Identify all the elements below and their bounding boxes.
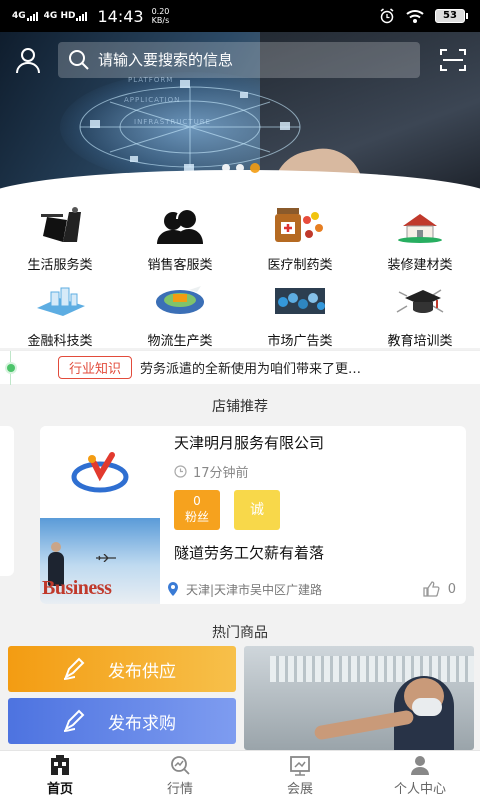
carousel-dot[interactable] (236, 164, 244, 172)
network-speed: 0.20 KB/s (151, 7, 170, 25)
battery-icon: 53 (435, 9, 468, 23)
shop-card[interactable]: Business 天津明月服务有限公司 17分钟前 0 粉丝 诚 隧道劳务工欠薪… (40, 426, 466, 604)
carousel-indicator (222, 163, 260, 173)
category-label: 销售客服类 (147, 258, 213, 273)
category-label: 教育培训类 (387, 334, 453, 349)
publish-supply-label: 发布供应 (108, 661, 176, 682)
graduation-icon (393, 282, 447, 320)
category-grid: 生活服务类 销售客服类 医疗制药类 装修建材类 金融科技类 物流生产类 市场广告… (0, 200, 480, 349)
pen-icon (63, 709, 85, 732)
fans-label: 粉丝 (184, 510, 209, 524)
publish-supply-button[interactable]: 发布供应 (8, 646, 236, 692)
app-root: 4G 4G HD 14:43 0.20 KB/s 53 PLATFORM APP… (0, 0, 480, 800)
category-item-medical[interactable]: 医疗制药类 (240, 200, 360, 276)
status-bar: 4G 4G HD 14:43 0.20 KB/s 53 (0, 0, 480, 32)
shop-section-title: 店铺推荐 (212, 399, 268, 415)
category-item-logistics[interactable]: 物流生产类 (120, 276, 240, 349)
publish-demand-label: 发布求购 (108, 713, 176, 734)
carousel-dot-active[interactable] (250, 163, 260, 173)
company-logo-icon (71, 452, 129, 493)
bottom-tab-bar: 首页 行情 会展 个人中心 (0, 750, 480, 800)
shop-logo (40, 426, 160, 518)
battery-level: 53 (435, 9, 465, 23)
alarm-icon (380, 8, 394, 24)
hot-goods-title: 热门商品 (212, 625, 268, 641)
shop-headline[interactable]: 隧道劳务工欠薪有着落 (174, 542, 324, 563)
thumbs-up-icon (423, 581, 440, 597)
tab-label: 会展 (286, 782, 313, 797)
shop-time: 17分钟前 (174, 462, 249, 481)
tab-market[interactable]: 行情 (120, 751, 240, 800)
ticker-text[interactable]: 劳务派遣的全新使用为咱们带来了更… (140, 358, 430, 377)
network-graphic (79, 80, 301, 172)
signal-indicator-1: 4G (12, 11, 38, 21)
news-ticker[interactable]: 行业知识 劳务派遣的全新使用为咱们带来了更… (0, 350, 480, 385)
shop-location: 天津|天津市吴中区广建路 (186, 582, 323, 597)
location-pin-icon (168, 582, 178, 596)
wifi-icon (406, 10, 424, 23)
fans-badge: 0 粉丝 (174, 490, 220, 530)
market-icon (169, 754, 191, 776)
logistics-icon (153, 282, 207, 320)
airplane-icon (96, 554, 116, 562)
advertising-icon (273, 282, 327, 320)
network-type-1: 4G (12, 11, 26, 21)
tab-exhibition[interactable]: 会展 (240, 751, 360, 800)
category-item-advertising[interactable]: 市场广告类 (240, 276, 360, 349)
shop-cover-image: Business (40, 518, 160, 604)
tab-profile[interactable]: 个人中心 (360, 751, 480, 800)
tab-home[interactable]: 首页 (0, 751, 120, 800)
pen-icon (63, 657, 85, 680)
integrity-badge: 诚 (234, 490, 280, 530)
business-word: Business (42, 577, 112, 599)
search-bar[interactable] (58, 42, 420, 78)
exhibition-icon (289, 754, 311, 776)
finance-icon (33, 282, 87, 320)
category-label: 生活服务类 (27, 258, 93, 273)
category-item-decoration[interactable]: 装修建材类 (360, 200, 480, 276)
category-item-education[interactable]: 教育培训类 (360, 276, 480, 349)
carousel-dot[interactable] (222, 164, 230, 172)
like-button[interactable]: 0 (422, 580, 456, 598)
house-icon (393, 206, 447, 244)
tab-label: 行情 (166, 782, 193, 797)
waiter-icon (33, 206, 87, 244)
ticker-dot-icon (0, 350, 22, 385)
category-item-finance[interactable]: 金融科技类 (0, 276, 120, 349)
fans-count: 0 (193, 494, 201, 508)
home-icon (49, 754, 71, 776)
shop-name[interactable]: 天津明月服务有限公司 (174, 432, 324, 453)
tab-label: 首页 (46, 782, 73, 797)
like-count: 0 (447, 581, 456, 597)
user-icon[interactable] (14, 46, 42, 74)
search-icon (69, 50, 89, 70)
search-input[interactable] (98, 51, 420, 69)
category-label: 装修建材类 (387, 258, 453, 273)
medicine-icon (273, 206, 327, 244)
category-item-life-service[interactable]: 生活服务类 (0, 200, 120, 276)
category-label: 市场广告类 (267, 334, 333, 349)
tab-label: 个人中心 (393, 782, 446, 797)
headset-icon (153, 206, 207, 244)
hot-goods-image[interactable] (244, 646, 474, 750)
network-type-2: 4G HD (43, 11, 76, 21)
scan-icon[interactable] (440, 48, 466, 72)
signal-icon (26, 11, 38, 21)
signal-indicator-2: 4G HD (44, 11, 88, 21)
category-label: 医疗制药类 (267, 258, 333, 273)
publish-demand-button[interactable]: 发布求购 (8, 698, 236, 744)
signal-icon (76, 11, 88, 21)
category-label: 物流生产类 (147, 334, 213, 349)
previous-shop-card-edge[interactable] (0, 426, 14, 576)
shop-footer: 天津|天津市吴中区广建路 0 (166, 574, 466, 604)
category-label: 金融科技类 (27, 334, 93, 349)
shop-badges: 0 粉丝 诚 (174, 490, 280, 530)
clock-icon (174, 465, 187, 478)
ticker-tag[interactable]: 行业知识 (58, 356, 133, 379)
clock-time: 14:43 (97, 6, 144, 26)
category-item-sales-service[interactable]: 销售客服类 (120, 200, 240, 276)
profile-icon (409, 754, 431, 776)
